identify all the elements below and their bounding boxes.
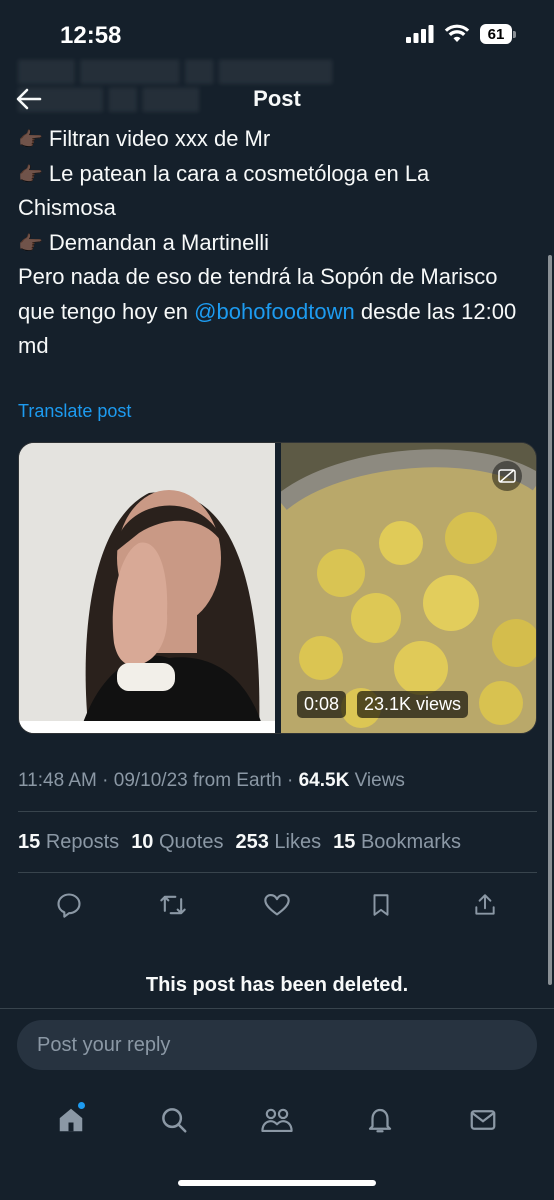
post-source: from Earth — [193, 770, 282, 791]
media-image-woman[interactable] — [19, 443, 275, 733]
wifi-icon — [444, 24, 470, 42]
bookmarks-stat[interactable]: 15 Bookmarks — [333, 831, 461, 854]
media-grid: 0:08 23.1K views — [18, 442, 537, 734]
tweet-line: 👉🏿 Filtran video xxx de Mr — [18, 126, 271, 151]
mail-icon — [470, 1110, 495, 1130]
home-indicator[interactable] — [178, 1180, 376, 1186]
engagement-stats: 15 Reposts 10 Quotes 253 Likes 15 Bookma… — [18, 831, 461, 854]
reply-composer[interactable] — [17, 1020, 537, 1070]
post-header: Post — [0, 74, 554, 124]
page-title: Post — [253, 86, 301, 111]
reply-icon[interactable] — [52, 888, 86, 922]
battery-icon: 61 — [480, 24, 516, 44]
status-icons: 61 — [406, 24, 516, 44]
like-heart-icon[interactable] — [260, 888, 294, 922]
quotes-stat[interactable]: 10 Quotes — [131, 831, 223, 854]
status-time: 12:58 — [60, 22, 122, 49]
post-meta: 11:48 AM · 09/10/23 from Earth · 64.5K V… — [18, 770, 405, 791]
tweet-line: 👉🏿 Demandan a Martinelli — [18, 229, 270, 255]
deleted-notice: This post has been deleted. — [145, 974, 409, 996]
video-views: 23.1K views — [357, 691, 469, 718]
post-date: 09/10/23 — [113, 770, 188, 791]
pointing-right-icon: 👉🏿 — [18, 127, 43, 151]
reply-input[interactable] — [35, 1032, 519, 1058]
home-icon — [60, 1108, 83, 1132]
video-duration: 0:08 — [297, 691, 347, 718]
communities-tab[interactable] — [255, 1098, 299, 1142]
pointing-right-icon: 👉🏿 — [18, 230, 43, 255]
views-count[interactable]: 64.5K — [299, 770, 350, 791]
bell-icon — [368, 1108, 391, 1133]
divider — [18, 872, 537, 873]
search-tab[interactable] — [152, 1098, 196, 1142]
battery-level: 61 — [480, 24, 512, 44]
reposts-stat[interactable]: 15 Reposts — [18, 831, 119, 854]
repost-icon[interactable] — [156, 888, 190, 922]
divider — [18, 811, 537, 812]
communities-icon — [261, 1108, 293, 1133]
tweet-line: 👉🏿 Le patean la cara a cosmetóloga en La … — [18, 160, 430, 221]
post-time: 11:48 AM — [18, 770, 97, 791]
tweet-line: Pero nada de eso de tendrá la Sopón de M… — [18, 264, 517, 358]
notifications-tab[interactable] — [358, 1098, 402, 1142]
share-icon[interactable] — [468, 888, 502, 922]
tweet-text: 👉🏿 Filtran video xxx de Mr 👉🏿 Le patean la… — [18, 122, 528, 364]
mention-link[interactable]: @bohofoodtown — [194, 299, 355, 324]
bottom-tab-bar — [0, 1090, 554, 1150]
pointing-right-icon: 👉🏿 — [18, 161, 43, 186]
divider — [0, 1008, 554, 1009]
views-label: Views — [354, 770, 405, 791]
media-video-soup[interactable]: 0:08 23.1K views — [281, 443, 536, 733]
messages-tab[interactable] — [461, 1098, 505, 1142]
search-icon — [162, 1108, 187, 1133]
home-tab[interactable] — [49, 1098, 93, 1142]
likes-stat[interactable]: 253 Likes — [235, 831, 321, 854]
translate-post-link[interactable]: Translate post — [18, 401, 131, 422]
bookmark-icon[interactable] — [364, 888, 398, 922]
scrollbar[interactable] — [548, 255, 552, 985]
cellular-signal-icon — [406, 25, 434, 43]
action-bar — [52, 888, 502, 922]
captions-off-icon[interactable] — [492, 461, 522, 491]
